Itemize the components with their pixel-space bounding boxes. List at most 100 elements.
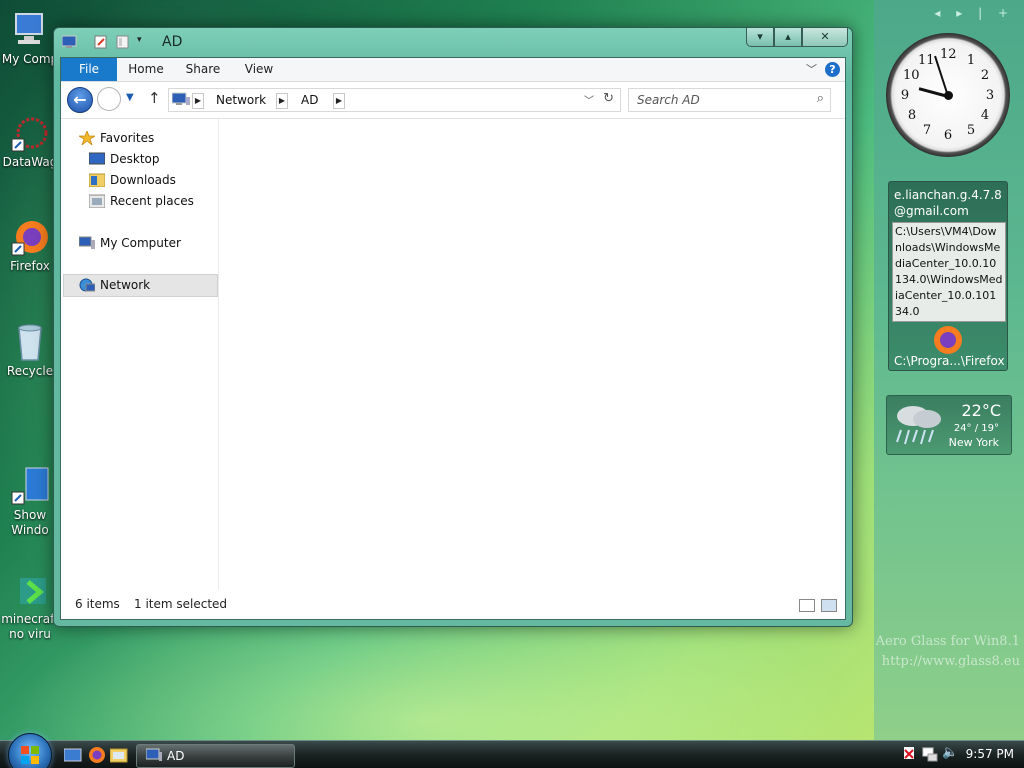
network-tray-icon[interactable]	[922, 746, 938, 765]
desktop-icon-datawag[interactable]: DataWag	[0, 113, 60, 170]
nav-item-label: Downloads	[110, 173, 176, 187]
recent-places-icon	[88, 194, 106, 209]
aero-glass-watermark: Aero Glass for Win8.1 http://www.glass8.…	[876, 632, 1020, 672]
search-box[interactable]: Search AD ⌕	[628, 88, 831, 112]
clock-center	[944, 91, 953, 100]
title-bar[interactable]: ▾ AD ▾ ▴ ✕	[54, 28, 852, 56]
taskbar-window-label: AD	[167, 749, 185, 763]
details-view-icon[interactable]	[799, 599, 815, 612]
quick-access-dropdown-icon[interactable]: ▾	[137, 35, 151, 49]
nav-item-label: Recent places	[110, 194, 194, 208]
clock-numeral: 12	[940, 47, 957, 62]
tab-share[interactable]: Share	[179, 58, 227, 81]
desktop-icon	[88, 152, 106, 166]
address-bar[interactable]: ▶ Network ▶ AD ▶ ﹀ ↻	[168, 88, 621, 112]
clock-tray[interactable]: 9:57 PM	[966, 747, 1014, 761]
window-controls: ▾ ▴ ✕	[746, 28, 848, 47]
properties-icon[interactable]	[94, 35, 108, 49]
navigation-bar: ← ▼ ↑ ▶ Network ▶ AD ▶ ﹀ ↻ Search AD ⌕	[61, 82, 845, 119]
taskbar: AD 🔈 9:57 PM	[0, 740, 1024, 768]
taskbar-window-button[interactable]: AD	[136, 744, 295, 768]
firefox-icon[interactable]	[933, 325, 963, 355]
minecraft-icon	[10, 555, 50, 604]
desktop-icon-my-computer[interactable]: My Comp	[0, 10, 60, 67]
sidebar-controls[interactable]: ◂ ▸ | +	[934, 6, 1014, 20]
forward-button[interactable]	[97, 87, 121, 111]
notes-path: C:\Users\VM4\Downloads\WindowsMediaCente…	[892, 222, 1006, 322]
ribbon-tabs: File Home Share View ﹀ ?	[61, 58, 845, 82]
search-icon[interactable]: ⌕	[817, 91, 824, 106]
firefox-icon	[10, 217, 50, 257]
nav-item-label: Network	[100, 278, 151, 292]
recent-locations-dropdown-icon[interactable]: ▼	[126, 92, 134, 103]
minimize-button[interactable]: ▾	[746, 28, 774, 47]
volume-icon[interactable]: 🔈	[942, 745, 958, 760]
clock-numeral: 4	[980, 108, 990, 123]
breadcrumb-ad[interactable]: AD	[301, 89, 318, 111]
up-button[interactable]: ↑	[148, 89, 161, 107]
star-icon	[77, 129, 97, 147]
window-computer-icon	[61, 35, 77, 49]
weather-high-low: 24° / 19°	[953, 423, 999, 434]
status-bar: 6 items 1 item selected	[61, 591, 845, 619]
desktop-icon-label: Recycle	[6, 364, 54, 378]
windows-logo-icon	[21, 746, 39, 764]
desktop-icon-label: Show Windo	[11, 508, 49, 537]
clock-numeral: 8	[907, 108, 917, 123]
breadcrumb-chevron-icon[interactable]: ▶	[192, 93, 204, 109]
desktop-icon-firefox[interactable]: Firefox	[0, 217, 60, 274]
navigation-pane: Favorites Desktop Downloads Recent place…	[61, 119, 219, 590]
new-folder-icon[interactable]	[116, 35, 130, 49]
window-computer-icon	[145, 748, 162, 766]
tab-view[interactable]: View	[239, 58, 279, 81]
breadcrumb-network[interactable]: Network	[216, 89, 266, 111]
desktop-icon-label: DataWag	[2, 155, 58, 169]
tab-home[interactable]: Home	[123, 58, 169, 81]
firefox-quicklaunch-icon[interactable]	[88, 746, 106, 767]
show-desktop-quicklaunch-icon[interactable]	[63, 747, 82, 766]
desktop-icon-recycle-bin[interactable]: Recycle	[0, 322, 60, 379]
explorer-window[interactable]: ▾ AD ▾ ▴ ✕ File Home Share View ﹀ ? ← ▼ …	[53, 27, 853, 627]
location-computer-icon	[171, 92, 190, 110]
clock-gadget[interactable]: 12 1 2 3 4 5 6 7 8 9 10 11	[886, 33, 1010, 157]
desktop-icon-minecraft[interactable]: minecraft no viru	[0, 540, 60, 642]
clock-numeral: 2	[980, 68, 990, 83]
clock-numeral: 10	[903, 68, 920, 83]
refresh-icon[interactable]: ↻	[603, 91, 614, 106]
explorer-body: File Home Share View ﹀ ? ← ▼ ↑ ▶ Network…	[60, 57, 846, 620]
action-center-icon[interactable]	[902, 746, 916, 765]
help-icon[interactable]: ?	[825, 62, 840, 77]
notes-gadget[interactable]: e.lianchan.g.4.7.8 @gmail.com C:\Users\V…	[888, 181, 1008, 371]
large-icons-view-icon[interactable]	[821, 599, 837, 612]
close-button[interactable]: ✕	[802, 28, 848, 47]
ribbon-expand-icon[interactable]: ﹀	[806, 61, 817, 77]
nav-item-label: Desktop	[110, 152, 160, 166]
desktop-icon-show-desktop[interactable]: Show Windo	[0, 436, 60, 538]
breadcrumb-chevron-icon[interactable]: ▶	[276, 93, 288, 109]
tab-file[interactable]: File	[61, 58, 117, 81]
recycle-bin-icon	[10, 322, 50, 362]
clock-numeral: 5	[966, 123, 976, 138]
file-list-area[interactable]	[219, 119, 845, 590]
weather-city: New York	[948, 436, 999, 449]
watermark-line: http://www.glass8.eu	[881, 654, 1020, 669]
breadcrumb-chevron-icon[interactable]: ▶	[333, 93, 345, 109]
search-input[interactable]: Search AD	[637, 93, 700, 107]
address-dropdown-icon[interactable]: ﹀	[584, 92, 594, 107]
start-button[interactable]	[8, 733, 52, 768]
watermark-line: Aero Glass for Win8.1	[875, 634, 1020, 649]
maximize-button[interactable]: ▴	[774, 28, 802, 47]
selection-count: 1 item selected	[134, 597, 228, 611]
network-icon	[79, 278, 96, 292]
datawag-icon	[10, 113, 50, 153]
weather-temperature: 22°C	[961, 401, 1001, 420]
rain-cloud-icon	[891, 402, 947, 451]
weather-gadget[interactable]: 22°C 24° / 19° New York	[886, 395, 1012, 455]
downloads-folder-icon	[88, 173, 106, 188]
show-desktop-icon	[10, 451, 50, 505]
desktop-icon-label: Firefox	[10, 259, 50, 273]
item-count: 6 items	[75, 597, 120, 611]
clock-numeral: 1	[966, 53, 976, 68]
explorer-quicklaunch-icon[interactable]	[109, 747, 128, 766]
back-button[interactable]: ←	[67, 87, 93, 113]
